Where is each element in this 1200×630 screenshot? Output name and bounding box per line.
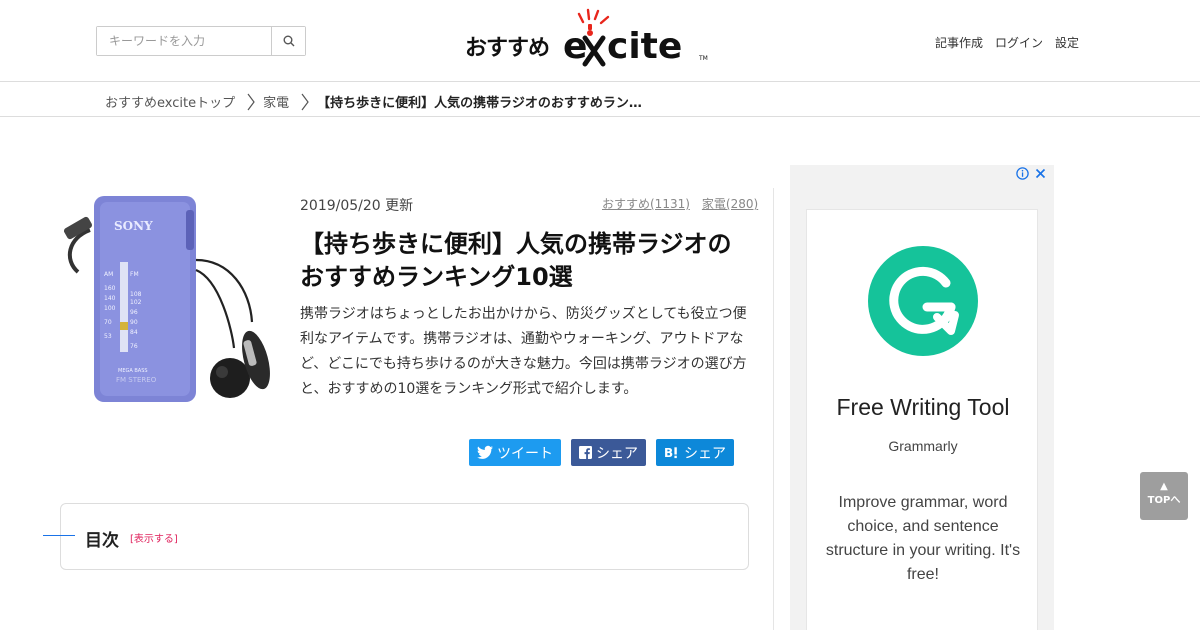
ad-body-text: Improve grammar, word choice, and senten…	[825, 494, 1021, 583]
breadcrumb-home[interactable]: おすすめexciteトップ	[105, 92, 235, 111]
ad-card[interactable]: Free Writing Tool Grammarly Improve gram…	[806, 209, 1038, 630]
toc-title: 目次	[85, 531, 119, 551]
article-updated-date: 2019/05/20 更新	[300, 198, 414, 214]
nav-create-article[interactable]: 記事作成	[935, 34, 983, 51]
svg-text:160: 160	[104, 285, 116, 292]
svg-text:108: 108	[130, 291, 142, 298]
ad-controls	[1016, 167, 1046, 180]
hatena-bookmark-icon: B	[664, 446, 677, 460]
tweet-label: ツイート	[497, 445, 553, 462]
article-thumbnail-image: SONY AM FM 160108 140102 10096 70 90 5384 …	[63, 196, 270, 402]
ad-banner[interactable]: Free Writing Tool Grammarly Improve gram…	[790, 165, 1054, 630]
article-description: 携帯ラジオはちょっとしたお出かけから、防災グッズとしても役立つ便利なアイテムです…	[300, 306, 747, 397]
ad-title: Free Writing Tool	[836, 394, 1010, 420]
svg-text:140: 140	[104, 295, 116, 302]
header-nav: 記事作成 ログイン 設定	[935, 34, 1079, 51]
ad-info-icon[interactable]	[1016, 167, 1029, 180]
svg-text:AM: AM	[104, 271, 113, 278]
nav-settings[interactable]: 設定	[1055, 34, 1079, 51]
tag-link[interactable]: 家電(280)	[702, 195, 758, 212]
svg-text:TM: TM	[698, 55, 708, 62]
tag-link[interactable]: おすすめ(1131)	[602, 195, 690, 212]
logo-excite: e cite TM	[563, 8, 708, 67]
article-title: 【持ち歩きに便利】人気の携帯ラジオのおすすめランキング10選	[300, 230, 732, 291]
back-to-top-label: TOPへ	[1147, 495, 1181, 506]
svg-text:96: 96	[130, 309, 138, 316]
nav-login[interactable]: ログイン	[995, 34, 1043, 51]
breadcrumb-category[interactable]: 家電	[263, 92, 289, 111]
facebook-icon	[579, 446, 592, 459]
svg-text:100: 100	[104, 305, 116, 312]
svg-text:53: 53	[104, 333, 112, 340]
logo-text: おすすめ	[465, 36, 550, 61]
svg-text:B: B	[664, 446, 673, 460]
twitter-bird-icon	[477, 445, 493, 459]
back-to-top-button[interactable]: ▲ TOPへ	[1140, 472, 1188, 520]
svg-text:102: 102	[130, 299, 142, 306]
search-icon	[283, 35, 294, 47]
search-box	[96, 26, 306, 56]
close-icon[interactable]	[1035, 168, 1046, 179]
toc-toggle-link[interactable]: [表示する]	[130, 530, 178, 545]
svg-text:90: 90	[130, 319, 138, 326]
svg-text:MEGA BASS: MEGA BASS	[118, 368, 148, 374]
tweet-button[interactable]: ツイート	[469, 439, 561, 466]
column-divider	[773, 188, 774, 630]
grammarly-logo-icon	[868, 246, 978, 356]
svg-text:e: e	[563, 26, 587, 67]
article-tags: おすすめ(1131) 家電(280)	[602, 195, 758, 212]
svg-text:70: 70	[104, 319, 112, 326]
breadcrumb-current: 【持ち歩きに便利】人気の携帯ラジオのおすすめラン…	[317, 96, 642, 111]
image-brand-label: SONY	[114, 219, 153, 233]
breadcrumb: おすすめexciteトップ 家電 【持ち歩きに便利】人気の携帯ラジオのおすすめラ…	[0, 83, 1200, 117]
site-header: おすすめ e cite TM 記事作成 ログイン 設定	[0, 0, 1200, 82]
chevron-right-icon	[301, 93, 309, 111]
hatena-bookmark-button[interactable]: B シェア	[656, 439, 734, 466]
svg-text:76: 76	[130, 343, 138, 350]
search-input[interactable]	[97, 27, 272, 55]
ad-brand: Grammarly	[888, 438, 958, 454]
toc-accent-line	[43, 535, 75, 536]
chevron-right-icon	[247, 93, 255, 111]
svg-text:cite: cite	[607, 26, 682, 67]
facebook-share-button[interactable]: シェア	[571, 439, 646, 466]
svg-text:84: 84	[130, 329, 138, 336]
hatena-share-label: シェア	[684, 445, 726, 462]
site-logo[interactable]: おすすめ e cite TM	[465, 8, 715, 70]
facebook-share-label: シェア	[596, 445, 638, 462]
search-button[interactable]	[272, 27, 305, 55]
arrow-up-icon: ▲	[1160, 481, 1168, 492]
svg-text:FM: FM	[130, 271, 139, 278]
svg-text:FM STEREO: FM STEREO	[116, 376, 157, 384]
